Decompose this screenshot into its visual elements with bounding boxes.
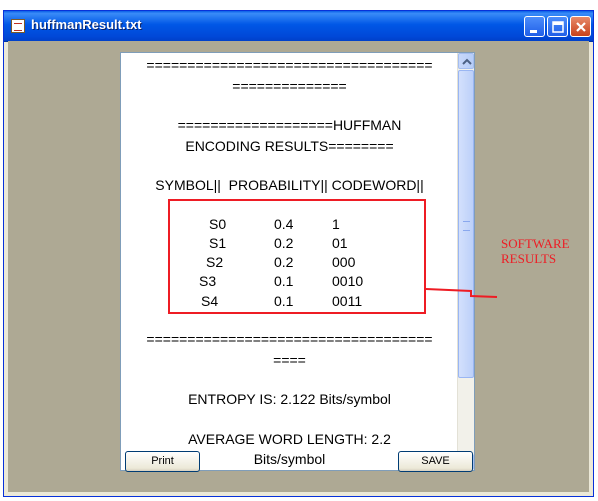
annotation-label: SOFTWARE RESULTS (501, 236, 570, 266)
